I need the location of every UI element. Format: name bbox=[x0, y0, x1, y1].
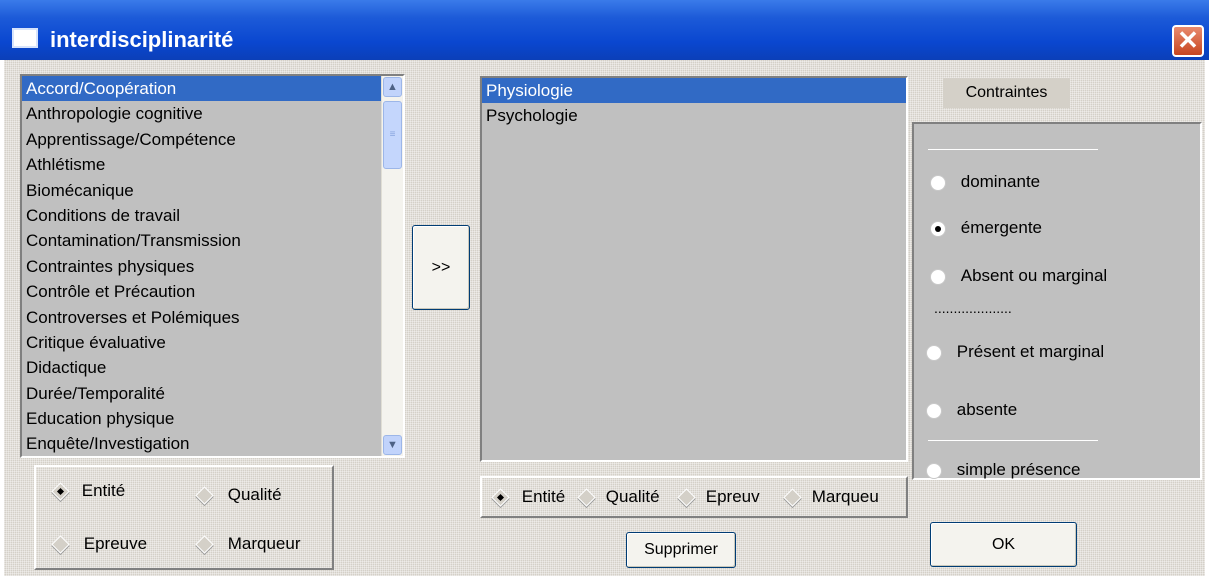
radio-diamond-icon bbox=[577, 488, 596, 507]
right-filter-marqueur[interactable]: Marqueu bbox=[783, 487, 879, 507]
radio-button-icon bbox=[930, 174, 946, 191]
right-filter-marqueur-label: Marqueu bbox=[811, 487, 879, 506]
radio-diamond-icon bbox=[51, 482, 70, 501]
radio-button-icon bbox=[926, 402, 942, 419]
constraint-absent-ou-marginal[interactable]: Absent ou marginal bbox=[930, 266, 1107, 286]
delete-button[interactable]: Supprimer bbox=[626, 532, 736, 568]
constraint-present-et-marginal[interactable]: Présent et marginal bbox=[926, 342, 1104, 362]
category-list-item[interactable]: Accord/Coopération bbox=[22, 76, 381, 102]
scroll-down-icon[interactable]: ▼ bbox=[383, 435, 402, 455]
left-filter-entite[interactable]: Entité bbox=[51, 481, 126, 501]
right-filter-epreuve[interactable]: Epreuv bbox=[677, 487, 760, 507]
radio-diamond-icon bbox=[491, 488, 510, 507]
close-button[interactable]: ✕ bbox=[1172, 25, 1204, 57]
left-filter-qualite[interactable]: Qualité bbox=[195, 485, 282, 505]
window-title: interdisciplinarité bbox=[50, 27, 234, 52]
category-list-item[interactable]: Anthropologie cognitive bbox=[22, 101, 381, 126]
category-list-item[interactable]: Contrôle et Précaution bbox=[22, 279, 381, 304]
radio-diamond-icon bbox=[677, 488, 696, 507]
constraint-absent-ou-marginal-label: Absent ou marginal bbox=[960, 266, 1108, 285]
right-filter-qualite[interactable]: Qualité bbox=[577, 487, 660, 507]
radio-button-icon bbox=[926, 344, 942, 361]
left-filter-marqueur[interactable]: Marqueur bbox=[195, 534, 301, 554]
category-list-item[interactable]: Contraintes physiques bbox=[22, 254, 381, 279]
category-list-item[interactable]: Contamination/Transmission bbox=[22, 228, 381, 253]
constraint-dominante-label: dominante bbox=[960, 172, 1041, 191]
selected-list[interactable]: Physiologie Psychologie bbox=[480, 76, 908, 462]
constraint-present-et-marginal-label: Présent et marginal bbox=[956, 342, 1105, 361]
category-list-scrollbar[interactable]: ▲ ≡ ▼ bbox=[381, 76, 403, 456]
right-filter-entite[interactable]: Entité bbox=[491, 487, 566, 507]
separator-line bbox=[928, 440, 1098, 441]
selected-list-item[interactable]: Physiologie bbox=[482, 78, 906, 104]
scroll-up-icon[interactable]: ▲ bbox=[383, 77, 402, 97]
category-list-item[interactable]: Biomécanique bbox=[22, 178, 381, 203]
radio-button-icon bbox=[930, 268, 946, 285]
category-list-item[interactable]: Critique évaluative bbox=[22, 330, 381, 355]
add-selected-button[interactable]: >> bbox=[412, 225, 470, 310]
constraint-simple-presence[interactable]: simple présence bbox=[926, 460, 1081, 480]
separator-line bbox=[928, 149, 1098, 150]
radio-diamond-icon bbox=[195, 486, 214, 505]
constraints-title: Contraintes bbox=[943, 78, 1070, 108]
constraint-emergente-label: émergente bbox=[960, 218, 1043, 237]
left-filter-epreuve-label: Epreuve bbox=[83, 534, 148, 553]
constraint-dominante[interactable]: dominante bbox=[930, 172, 1040, 192]
category-list-item[interactable]: Controverses et Polémiques bbox=[22, 305, 381, 330]
dialog-window: interdisciplinarité ✕ Accord/Coopération… bbox=[0, 0, 1209, 576]
radio-diamond-icon bbox=[51, 535, 70, 554]
right-filter-entite-label: Entité bbox=[521, 487, 566, 506]
scroll-thumb[interactable]: ≡ bbox=[383, 101, 402, 169]
selected-list-item[interactable]: Psychologie bbox=[482, 103, 906, 128]
right-filter-qualite-label: Qualité bbox=[605, 487, 660, 506]
radio-diamond-icon bbox=[783, 488, 802, 507]
category-list-items: Accord/Coopération Anthropologie cognitiv… bbox=[22, 76, 381, 456]
category-list-item[interactable]: Enquête/Investigation bbox=[22, 431, 381, 456]
left-filter-marqueur-label: Marqueur bbox=[227, 534, 301, 553]
category-list-item[interactable]: Education physique bbox=[22, 406, 381, 431]
radio-button-icon bbox=[930, 220, 946, 237]
constraint-absente[interactable]: absente bbox=[926, 400, 1017, 420]
category-list-item[interactable]: Apprentissage/Compétence bbox=[22, 127, 381, 152]
category-list-item[interactable]: Durée/Temporalité bbox=[22, 381, 381, 406]
constraint-simple-presence-label: simple présence bbox=[956, 460, 1081, 479]
dotted-separator: .................... bbox=[934, 300, 1012, 316]
left-filter-epreuve[interactable]: Epreuve bbox=[51, 534, 148, 554]
right-filter-epreuve-label: Epreuv bbox=[705, 487, 760, 506]
title-bar[interactable]: interdisciplinarité ✕ bbox=[0, 0, 1209, 60]
category-list-item[interactable]: Didactique bbox=[22, 355, 381, 380]
radio-button-icon bbox=[926, 462, 942, 479]
category-list-item[interactable]: Conditions de travail bbox=[22, 203, 381, 228]
dialog-body: Accord/Coopération Anthropologie cognitiv… bbox=[4, 60, 1205, 576]
category-list[interactable]: Accord/Coopération Anthropologie cognitiv… bbox=[20, 74, 405, 458]
category-list-item[interactable]: Athlétisme bbox=[22, 152, 381, 177]
constraint-emergente[interactable]: émergente bbox=[930, 218, 1042, 238]
constraints-panel: dominante émergente Absent ou marginal .… bbox=[912, 122, 1202, 480]
left-filter-qualite-label: Qualité bbox=[227, 485, 282, 504]
left-filter-entite-label: Entité bbox=[81, 481, 126, 500]
left-type-filter: Entité Qualité Epreuve Marqueur bbox=[34, 465, 334, 570]
window-icon bbox=[12, 28, 38, 48]
selected-list-items: Physiologie Psychologie bbox=[482, 78, 906, 129]
ok-button[interactable]: OK bbox=[930, 522, 1077, 567]
right-type-filter: Entité Qualité Epreuv Marqueu bbox=[480, 476, 908, 518]
constraint-absente-label: absente bbox=[956, 400, 1018, 419]
radio-diamond-icon bbox=[195, 535, 214, 554]
